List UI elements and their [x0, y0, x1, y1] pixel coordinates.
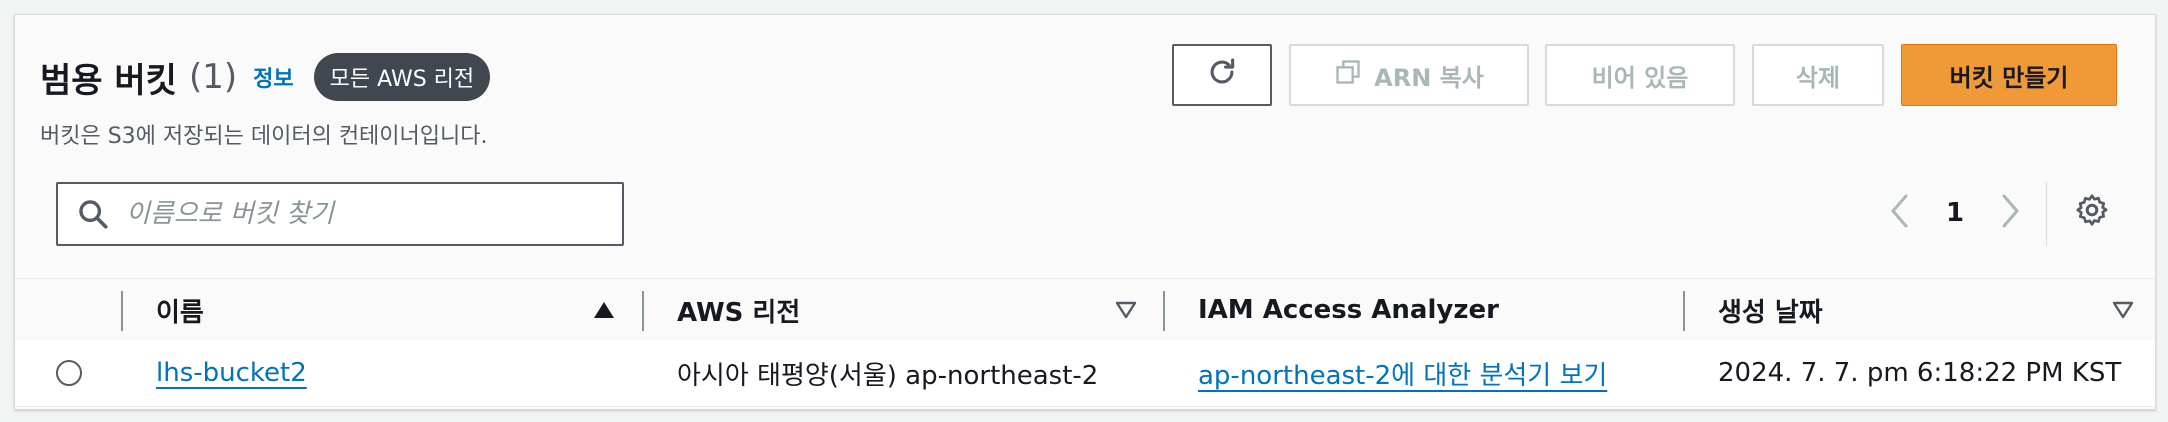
sort-descending-icon[interactable]	[1115, 279, 1137, 341]
refresh-icon	[1205, 55, 1239, 95]
panel-header: 범용 버킷 (1) 정보 모든 AWS 리전	[40, 52, 491, 102]
row-select-radio[interactable]	[56, 360, 82, 386]
sort-ascending-icon[interactable]	[593, 279, 615, 341]
column-header-analyzer[interactable]: IAM Access Analyzer	[1198, 279, 1499, 341]
next-page-button[interactable]	[1990, 188, 2030, 238]
sort-descending-icon[interactable]	[2112, 279, 2134, 341]
column-divider[interactable]	[1163, 291, 1165, 331]
table-header: 이름 AWS 리전 IAM Access Analyzer 생성 날짜	[15, 278, 2155, 342]
region-filter-badge: 모든 AWS 리전	[313, 53, 491, 101]
search-input[interactable]	[124, 198, 608, 230]
column-divider[interactable]	[1683, 291, 1685, 331]
search-box	[56, 182, 624, 246]
gear-icon	[2074, 192, 2110, 232]
bucket-name-link[interactable]: lhs-bucket2	[156, 358, 307, 388]
column-header-created[interactable]: 생성 날짜	[1718, 279, 1823, 341]
column-header-name[interactable]: 이름	[156, 279, 204, 341]
delete-button[interactable]: 삭제	[1752, 44, 1884, 106]
bucket-region: 아시아 태평양(서울) ap-northeast-2	[677, 360, 1099, 391]
previous-page-button[interactable]	[1880, 188, 1920, 238]
column-divider	[121, 291, 123, 331]
bucket-count: (1)	[188, 57, 238, 97]
search-icon	[74, 195, 112, 233]
empty-bucket-button[interactable]: 비어 있음	[1545, 44, 1735, 106]
page-title: 범용 버킷	[40, 60, 177, 101]
column-header-region[interactable]: AWS 리전	[677, 279, 800, 341]
bucket-creation-date: 2024. 7. 7. pm 6:18:22 PM KST	[1718, 358, 2122, 388]
column-divider[interactable]	[642, 291, 644, 331]
chevron-right-icon	[1999, 193, 2021, 233]
copy-arn-label: ARN 복사	[1374, 63, 1484, 92]
chevron-left-icon	[1889, 193, 1911, 233]
view-analyzer-link[interactable]: ap-northeast-2에 대한 분석기 보기	[1198, 355, 1607, 392]
toolbar-divider	[2046, 182, 2047, 246]
preferences-button[interactable]	[2070, 190, 2114, 234]
copy-arn-button[interactable]: ARN 복사	[1289, 44, 1529, 106]
copy-icon	[1334, 58, 1362, 92]
table-row[interactable]: lhs-bucket2 아시아 태평양(서울) ap-northeast-2 a…	[15, 340, 2155, 407]
info-link[interactable]: 정보	[253, 61, 293, 93]
current-page-number[interactable]: 1	[1940, 188, 1970, 238]
refresh-button[interactable]	[1172, 44, 1272, 106]
page-description: 버킷은 S3에 저장되는 데이터의 컨테이너입니다.	[40, 124, 488, 149]
create-bucket-button[interactable]: 버킷 만들기	[1901, 44, 2117, 106]
